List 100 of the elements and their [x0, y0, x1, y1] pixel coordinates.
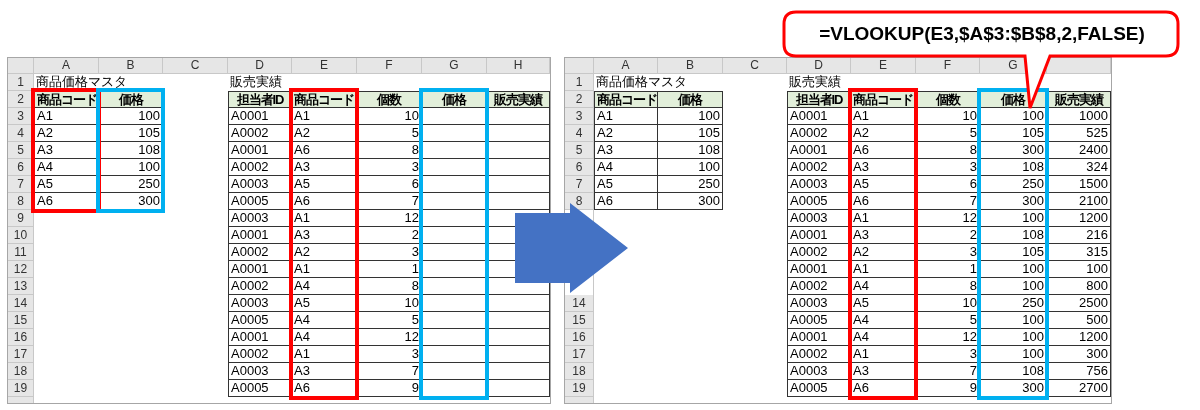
table-cell: 5 — [969, 312, 977, 327]
table-cell: A6 — [853, 380, 869, 395]
table-cell: A4 — [853, 278, 869, 293]
header-cell: 価格 — [442, 92, 466, 107]
table-cell: A0005 — [231, 193, 269, 208]
table-cell: A0003 — [231, 295, 269, 310]
table-cell: 108 — [1022, 227, 1044, 242]
table-cell: A1 — [853, 210, 869, 225]
row-header[interactable]: 1 — [8, 74, 34, 91]
row-header[interactable]: 19 — [565, 380, 594, 397]
row-header[interactable]: 3 — [8, 108, 34, 125]
select-all-corner[interactable] — [8, 58, 34, 74]
table-cell: 216 — [1086, 227, 1108, 242]
table-cell: A2 — [37, 125, 53, 140]
table-cell: A0003 — [790, 363, 828, 378]
row-header[interactable]: 19 — [8, 380, 34, 397]
header-cell: 販売実績 — [494, 92, 542, 107]
table-cell: A0002 — [790, 278, 828, 293]
column-header[interactable]: H — [487, 58, 550, 74]
row-header[interactable]: 9 — [8, 210, 34, 227]
row-header[interactable]: 5 — [8, 142, 34, 159]
row-header[interactable]: 2 — [8, 91, 34, 108]
row-header[interactable] — [8, 397, 34, 403]
row-header[interactable]: 8 — [565, 193, 594, 210]
row-header[interactable]: 7 — [565, 176, 594, 193]
row-header[interactable]: 14 — [565, 295, 594, 312]
table-cell: A6 — [294, 142, 310, 157]
table-cell: 100 — [1022, 108, 1044, 123]
table-cell: 3 — [969, 244, 977, 259]
row-header[interactable]: 8 — [8, 193, 34, 210]
row-header[interactable]: 15 — [8, 312, 34, 329]
row-header[interactable]: 3 — [565, 108, 594, 125]
column-header[interactable]: A — [34, 58, 99, 74]
column-header[interactable]: C — [163, 58, 228, 74]
row-header[interactable]: 16 — [8, 329, 34, 346]
table-cell: A0002 — [231, 346, 269, 361]
table-cell: 7 — [969, 193, 977, 208]
column-header[interactable]: F — [357, 58, 422, 74]
row-header[interactable]: 2 — [565, 91, 594, 108]
column-header[interactable]: A — [594, 58, 658, 74]
table-cell: A4 — [853, 312, 869, 327]
row-header[interactable]: 11 — [8, 244, 34, 261]
row-header[interactable]: 4 — [8, 125, 34, 142]
row-header[interactable]: 6 — [8, 159, 34, 176]
table-cell: 525 — [1086, 125, 1108, 140]
row-header[interactable]: 10 — [8, 227, 34, 244]
column-header[interactable]: F — [916, 58, 980, 74]
table-cell: 500 — [1086, 312, 1108, 327]
table-cell: A0001 — [790, 142, 828, 157]
select-all-corner[interactable] — [565, 58, 594, 74]
header-cell: 担当者ID — [795, 92, 843, 107]
row-header[interactable]: 16 — [565, 329, 594, 346]
column-header[interactable]: B — [99, 58, 163, 74]
row-header[interactable]: 12 — [8, 261, 34, 278]
formula-text: =VLOOKUP(E3,$A$3:$B$8,2,FALSE) — [818, 22, 1146, 46]
table-cell: 2400 — [1079, 142, 1108, 157]
table-cell: 7 — [411, 193, 419, 208]
table-cell — [487, 193, 550, 210]
table-cell — [487, 363, 550, 380]
table-cell: 300 — [1022, 380, 1044, 395]
row-header[interactable]: 13 — [8, 278, 34, 295]
row-header[interactable]: 7 — [8, 176, 34, 193]
column-header[interactable]: G — [422, 58, 487, 74]
header-cell: 価格 — [678, 92, 702, 107]
table-cell: 10 — [404, 108, 419, 123]
table-cell: 1200 — [1079, 329, 1108, 344]
column-header[interactable]: C — [723, 58, 787, 74]
column-header[interactable]: E — [851, 58, 916, 74]
row-header[interactable]: 15 — [565, 312, 594, 329]
row-header[interactable]: 5 — [565, 142, 594, 159]
table-cell: 800 — [1086, 278, 1108, 293]
row-header[interactable]: 4 — [565, 125, 594, 142]
table-cell: A2 — [853, 244, 869, 259]
table-cell: 100 — [1022, 210, 1044, 225]
header-cell: 商品コード — [294, 92, 354, 107]
table-cell: 12 — [404, 329, 419, 344]
row-header[interactable] — [565, 397, 594, 403]
row-header[interactable]: 6 — [565, 159, 594, 176]
row-header[interactable]: 14 — [8, 295, 34, 312]
table-cell: A0001 — [231, 142, 269, 157]
row-header[interactable]: 17 — [565, 346, 594, 363]
column-header[interactable]: B — [658, 58, 723, 74]
table-cell: A2 — [294, 125, 310, 140]
table-cell: 8 — [969, 278, 977, 293]
column-header[interactable]: E — [292, 58, 357, 74]
table-cell: A0003 — [231, 176, 269, 191]
table-title: 販売実績 — [230, 74, 282, 90]
table-cell: 5 — [411, 312, 419, 327]
row-header[interactable]: 18 — [565, 363, 594, 380]
table-cell: 250 — [698, 176, 720, 191]
row-header[interactable]: 18 — [8, 363, 34, 380]
column-header[interactable]: D — [228, 58, 292, 74]
table-cell — [487, 176, 550, 193]
table-cell: A1 — [853, 346, 869, 361]
column-header[interactable]: D — [787, 58, 851, 74]
table-cell: A6 — [853, 193, 869, 208]
row-header[interactable]: 1 — [565, 74, 594, 91]
row-header[interactable]: 17 — [8, 346, 34, 363]
header-cell: 価格 — [118, 92, 143, 107]
column-header[interactable] — [1047, 58, 1111, 74]
